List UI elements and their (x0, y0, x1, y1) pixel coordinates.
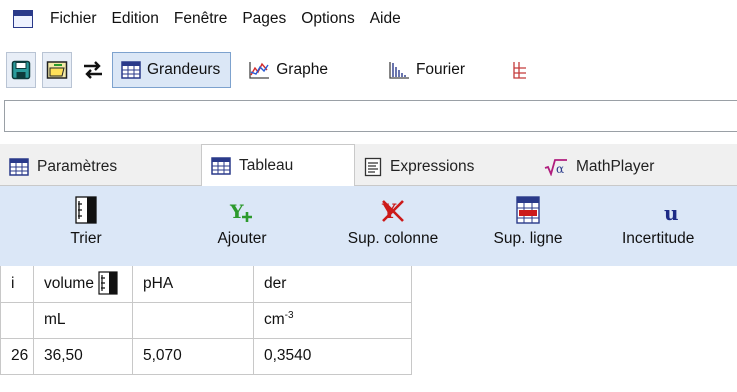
save-button[interactable] (6, 52, 36, 88)
table-ribbon: Trier Y Ajouter Y Sup. colonne Sup. lign… (0, 186, 737, 266)
menu-bar: Fichier Edition Fenêtre Pages Options Ai… (0, 0, 737, 38)
menu-edition[interactable]: Edition (105, 0, 167, 38)
grandeurs-button[interactable]: Grandeurs (112, 52, 232, 88)
tab-parametres[interactable]: Paramètres (0, 148, 198, 186)
cell-der[interactable]: 0,3540 (253, 337, 412, 375)
main-toolbar: Grandeurs Graphe Fourier (0, 46, 737, 94)
tab-expressions-label: Expressions (390, 158, 475, 175)
svg-text:u: u (664, 201, 679, 224)
uncertainty-icon: u (664, 201, 679, 224)
grandeurs-label: Grandeurs (147, 61, 221, 78)
table-grid-icon (211, 157, 231, 175)
spectrum-bars-icon (389, 62, 409, 79)
fourier-label: Fourier (415, 61, 466, 78)
swap-arrows-icon (84, 61, 102, 79)
floppy-disk-icon (11, 60, 31, 80)
tab-expressions[interactable]: Expressions (355, 148, 535, 186)
delete-variable-icon: Y (381, 199, 404, 223)
partial-grid-icon (513, 62, 527, 79)
graphe-label: Graphe (276, 61, 328, 78)
header-der[interactable]: der (253, 266, 412, 303)
table-grid-icon (9, 158, 29, 176)
tab-parametres-label: Paramètres (37, 158, 118, 175)
app-grid-icon[interactable] (13, 10, 33, 28)
header-volume-label: volume (44, 274, 94, 292)
unit-der[interactable]: cm-3 (253, 301, 412, 339)
sup-colonne-button[interactable]: Y Sup. colonne (318, 192, 468, 262)
document-lines-icon (364, 157, 382, 177)
folder-icon (46, 61, 68, 79)
menu-aide[interactable]: Aide (363, 0, 409, 38)
menu-fenetre[interactable]: Fenêtre (167, 0, 235, 38)
sup-ligne-label: Sup. ligne (493, 230, 563, 247)
unit-pha[interactable] (132, 301, 254, 339)
table-header-row: i volume pHA der (0, 266, 412, 303)
data-table: i volume pHA der mL cm-3 26 36,50 5,070 … (0, 266, 412, 375)
ajouter-label: Ajouter (217, 230, 267, 247)
unit-der-exponent: -3 (284, 310, 294, 322)
tab-mathplayer[interactable]: α MathPlayer (535, 148, 737, 186)
sup-colonne-label: Sup. colonne (347, 230, 439, 247)
partial-toolbar-button[interactable] (512, 52, 527, 88)
expression-input[interactable] (4, 100, 737, 132)
sort-columns-icon (75, 196, 97, 224)
sqrt-alpha-icon: α (544, 159, 567, 176)
incertitude-label: Incertitude (622, 230, 695, 247)
tab-tableau[interactable]: Tableau (201, 144, 355, 187)
ajouter-button[interactable]: Y Ajouter (200, 192, 284, 262)
unit-volume[interactable]: mL (33, 301, 133, 339)
tab-mathplayer-label: MathPlayer (576, 158, 655, 175)
sup-ligne-button[interactable]: Sup. ligne (482, 192, 574, 262)
fourier-button[interactable]: Fourier (379, 52, 476, 88)
swap-button[interactable] (78, 52, 108, 88)
menu-options[interactable]: Options (294, 0, 362, 38)
trier-label: Trier (70, 230, 102, 247)
svg-text:Y: Y (229, 201, 244, 223)
header-volume[interactable]: volume (33, 266, 133, 303)
header-index[interactable]: i (0, 266, 34, 303)
menu-fichier[interactable]: Fichier (43, 0, 105, 38)
unit-index[interactable] (0, 301, 34, 339)
cell-pha[interactable]: 5,070 (132, 337, 254, 375)
page-tabs: Paramètres Tableau Expressions α MathPla… (0, 144, 737, 187)
table-units-row: mL cm-3 (0, 301, 412, 339)
incertitude-button[interactable]: u Incertitude (622, 192, 737, 262)
cell-volume[interactable]: 36,50 (33, 337, 133, 375)
table-row: 26 36,50 5,070 0,3540 (0, 337, 412, 375)
line-chart-icon (249, 62, 270, 79)
table-grid-icon (121, 61, 141, 79)
cell-index[interactable]: 26 (0, 337, 34, 375)
delete-row-icon (516, 196, 540, 224)
menu-pages[interactable]: Pages (235, 0, 294, 38)
header-pha[interactable]: pHA (132, 266, 254, 303)
svg-text:α: α (556, 162, 564, 176)
open-folder-button[interactable] (42, 52, 72, 88)
trier-button[interactable]: Trier (56, 192, 116, 262)
add-variable-icon: Y (229, 201, 252, 223)
sort-columns-icon (98, 271, 118, 295)
unit-der-base: cm (264, 311, 285, 329)
graphe-button[interactable]: Graphe (239, 52, 339, 88)
tab-tableau-label: Tableau (239, 157, 294, 174)
